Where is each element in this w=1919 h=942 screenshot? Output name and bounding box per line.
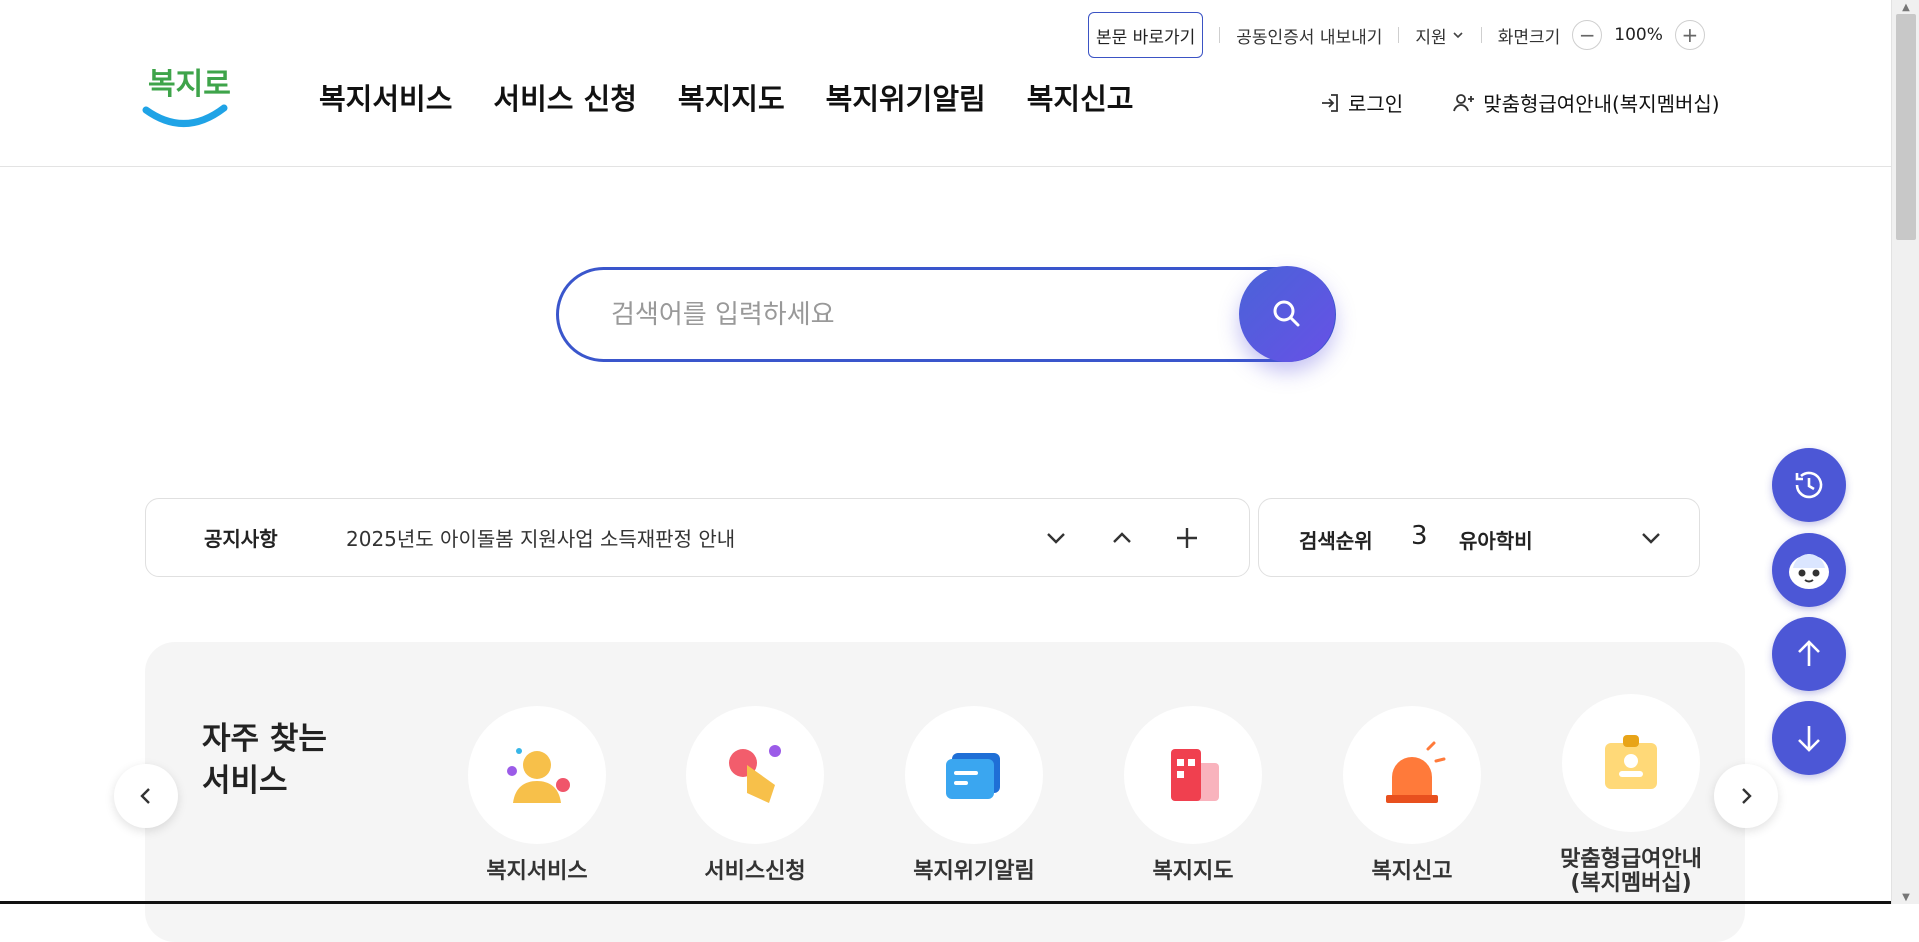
scroll-top-button[interactable] [1772, 617, 1846, 691]
chevron-down-icon [1453, 32, 1463, 39]
zoom-value: 100% [1614, 25, 1663, 45]
notice-more-button[interactable] [1170, 521, 1204, 555]
service-label: 복지서비스 [486, 859, 588, 884]
login-label: 로그인 [1348, 92, 1404, 116]
zoom-label: 화면크기 [1497, 27, 1561, 48]
service-item[interactable]: 복지지도 [1083, 706, 1303, 884]
arrow-down-icon [1798, 726, 1820, 752]
id-badge-icon [1605, 735, 1657, 789]
service-item[interactable]: 서비스신청 [645, 706, 865, 884]
notice-next-button[interactable] [1039, 521, 1073, 555]
scroll-up-arrow-icon[interactable]: ▲ [1892, 0, 1919, 14]
main-nav: 복지서비스 서비스 신청 복지지도 복지위기알림 복지신고 [319, 76, 1133, 118]
rank-expand-button[interactable] [1634, 521, 1668, 555]
skip-to-content-link[interactable]: 본문 바로가기 [1088, 12, 1204, 58]
nav-crisis-alert[interactable]: 복지위기알림 [826, 76, 986, 118]
service-icon-wrap [905, 706, 1043, 844]
divider [1219, 27, 1221, 43]
zoom-in-button[interactable]: + [1674, 20, 1705, 50]
service-item[interactable]: 복지서비스 [427, 706, 647, 884]
search-icon [1273, 300, 1300, 327]
divider [1398, 27, 1400, 43]
support-menu[interactable]: 지원 [1415, 23, 1464, 48]
history-icon [1795, 471, 1823, 499]
service-icon-wrap [1343, 706, 1481, 844]
chevron-down-icon [1047, 533, 1065, 544]
chevron-left-icon [140, 788, 150, 804]
frequent-services-title: 자주 찾는 서비스 [202, 721, 327, 799]
person-icon [507, 748, 570, 803]
service-icon-wrap [468, 706, 606, 844]
search-rank-bar[interactable]: 검색순위 3 유아학비 [1258, 498, 1700, 577]
rank-label: 검색순위 [1299, 529, 1373, 553]
search-input[interactable] [609, 298, 1249, 331]
service-item[interactable]: 복지신고 [1302, 706, 1522, 884]
site-logo[interactable]: 복지로 [140, 60, 231, 132]
message-alert-icon [946, 753, 1000, 799]
arrow-up-icon [1798, 640, 1820, 666]
utility-bar: 본문 바로가기 공동인증서 내보내기 지원 화면크기 − 100% + [1088, 12, 1705, 58]
support-label: 지원 [1415, 27, 1447, 48]
chevron-up-icon [1113, 532, 1131, 543]
notice-text[interactable]: 2025년도 아이돌봄 지원사업 소득재판정 안내 [346, 523, 735, 552]
search-box [556, 267, 1336, 362]
nav-welfare-map[interactable]: 복지지도 [678, 76, 785, 118]
member-menu: 로그인 맞춤형급여안내(복지멤버십) [1318, 88, 1720, 117]
rank-number: 3 [1411, 521, 1428, 551]
scroll-down-arrow-icon[interactable]: ▼ [1892, 890, 1919, 904]
svg-text:복지로: 복지로 [148, 67, 230, 102]
chatbot-icon [1789, 554, 1829, 589]
service-label: 맞춤형급여안내 (복지멤버십) [1560, 847, 1702, 896]
notice-bar: 공지사항 2025년도 아이돌봄 지원사업 소득재판정 안내 [145, 498, 1250, 577]
service-icon-wrap [1124, 706, 1262, 844]
nav-welfare-service[interactable]: 복지서비스 [319, 76, 452, 118]
map-building-icon [1171, 749, 1219, 801]
service-label: 복지신고 [1371, 859, 1453, 884]
membership-label: 맞춤형급여안내(복지멤버십) [1483, 92, 1720, 116]
recent-history-button[interactable] [1772, 448, 1846, 522]
scrollbar-thumb[interactable] [1896, 14, 1916, 240]
add-user-icon [1453, 93, 1475, 111]
siren-icon [1386, 741, 1446, 803]
hand-tap-icon [729, 745, 781, 803]
rank-keyword[interactable]: 유아학비 [1459, 525, 1533, 554]
nav-welfare-report[interactable]: 복지신고 [1027, 76, 1134, 118]
service-label: 서비스신청 [704, 859, 806, 884]
service-item[interactable]: 복지위기알림 [864, 706, 1084, 884]
nav-service-apply[interactable]: 서비스 신청 [493, 76, 637, 118]
membership-button[interactable]: 맞춤형급여안내(복지멤버십) [1451, 88, 1720, 117]
scroll-bottom-button[interactable] [1772, 701, 1846, 775]
notice-prev-button[interactable] [1105, 521, 1139, 555]
search-button[interactable] [1239, 266, 1335, 362]
service-item[interactable]: 맞춤형급여안내 (복지멤버십) [1521, 694, 1741, 896]
header-divider [0, 166, 1891, 167]
service-icon-wrap [1562, 694, 1700, 832]
chatbot-button[interactable] [1772, 533, 1846, 607]
service-label: 복지지도 [1152, 859, 1234, 884]
login-button[interactable]: 로그인 [1318, 88, 1403, 117]
chevron-right-icon [1742, 788, 1752, 804]
service-label: 복지위기알림 [913, 859, 1035, 884]
chevron-down-icon [1642, 533, 1660, 544]
plus-icon [1177, 528, 1197, 548]
page-scrollbar[interactable]: ▲ ▼ [1891, 0, 1919, 904]
cert-export-link[interactable]: 공동인증서 내보내기 [1236, 23, 1382, 48]
login-icon [1322, 93, 1338, 112]
divider [1480, 27, 1482, 43]
carousel-prev-button[interactable] [114, 764, 178, 828]
service-icon-wrap [686, 706, 824, 844]
notice-title: 공지사항 [204, 527, 278, 551]
bokjiro-logo-icon: 복지로 [142, 67, 231, 127]
zoom-out-button[interactable]: − [1572, 20, 1603, 50]
carousel-next-button[interactable] [1714, 764, 1778, 828]
